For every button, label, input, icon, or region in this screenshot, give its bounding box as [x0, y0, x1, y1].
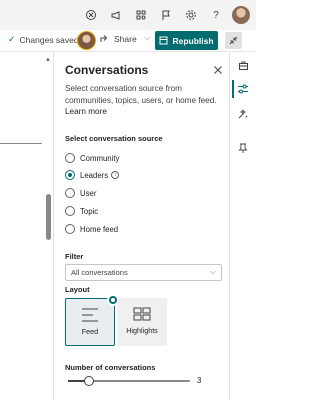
count-label: Number of conversations	[65, 363, 156, 372]
layout-option-label: Feed	[81, 327, 99, 336]
share-icon	[100, 35, 108, 42]
radio-topic[interactable]: Topic	[65, 206, 98, 216]
conversations-slider[interactable]	[68, 376, 190, 386]
right-rail	[230, 52, 256, 400]
share-button[interactable]: Share ⌵	[100, 34, 150, 44]
layout-option-label: Highlights	[126, 326, 158, 335]
rail-active-indicator	[232, 80, 234, 98]
info-icon[interactable]: i	[111, 171, 120, 179]
republish-icon	[159, 36, 168, 45]
canvas-divider	[0, 143, 42, 144]
layout-label: Layout	[65, 285, 90, 294]
suite-bar: ?	[0, 0, 256, 30]
radio-label: User	[80, 188, 97, 198]
collapse-panel-button[interactable]	[225, 32, 242, 49]
radio-label: Topic	[80, 206, 99, 216]
editor-avatar[interactable]	[77, 31, 96, 50]
radio-circle-selected[interactable]	[65, 170, 75, 180]
command-bar: ✓ Changes saved Share ⌵ Republish	[0, 30, 256, 52]
radio-label: Leaders	[80, 170, 109, 180]
highlights-layout-icon	[133, 307, 151, 321]
radio-home-feed[interactable]: Home feed	[65, 224, 118, 234]
republish-button[interactable]: Republish	[155, 31, 218, 50]
apps-icon[interactable]	[130, 4, 152, 26]
scroll-up-arrow-icon[interactable]: ▲	[45, 57, 51, 63]
radio-leaders[interactable]: Leaders i	[65, 170, 120, 180]
share-label: Share	[114, 34, 137, 44]
radio-label: Community	[80, 153, 120, 163]
user-avatar[interactable]	[232, 6, 250, 24]
filter-dropdown[interactable]: All conversations ⌵	[65, 264, 222, 281]
page-details-icon[interactable]	[235, 140, 251, 156]
chevron-down-icon: ⌵	[144, 35, 150, 42]
property-pane: Conversations Select conversation source…	[53, 52, 230, 400]
design-ideas-icon[interactable]	[235, 106, 251, 122]
slider-value: 3	[197, 376, 202, 385]
help-icon[interactable]: ?	[205, 4, 227, 26]
feed-layout-icon	[82, 308, 98, 322]
radio-circle[interactable]	[65, 153, 75, 163]
filter-value: All conversations	[71, 268, 128, 277]
source-section-label: Select conversation source	[65, 134, 163, 143]
layout-option-feed[interactable]: Feed	[65, 294, 119, 346]
radio-label: Home feed	[80, 224, 119, 234]
save-status-label: Changes saved	[19, 34, 79, 45]
save-status: ✓ Changes saved	[8, 34, 79, 45]
radio-circle[interactable]	[65, 224, 75, 234]
slider-thumb[interactable]	[83, 376, 94, 386]
scrollbar[interactable]: ▲	[44, 52, 53, 400]
toolbox-icon[interactable]	[235, 57, 251, 73]
radio-circle[interactable]	[65, 188, 75, 198]
chevron-down-icon: ⌵	[209, 267, 216, 276]
gear-icon[interactable]	[180, 4, 202, 26]
radio-user[interactable]: User	[65, 188, 96, 198]
scroll-thumb[interactable]	[46, 194, 51, 240]
pane-title: Conversations	[65, 63, 149, 77]
description-text: Select conversation source from communit…	[65, 84, 217, 105]
onenote-icon[interactable]	[80, 4, 102, 26]
flag-icon[interactable]	[155, 4, 177, 26]
layout-option-highlights[interactable]: Highlights	[117, 298, 167, 346]
radio-circle[interactable]	[65, 206, 75, 216]
radio-community[interactable]: Community	[65, 153, 119, 163]
learn-more-link[interactable]: Learn more	[65, 107, 107, 116]
republish-label: Republish	[172, 35, 214, 46]
collapse-icon	[229, 36, 238, 45]
pane-description: Select conversation source from communit…	[65, 83, 225, 118]
properties-icon[interactable]	[235, 81, 251, 97]
filter-label: Filter	[65, 252, 84, 261]
megaphone-icon[interactable]	[105, 4, 127, 26]
checkmark-icon: ✓	[8, 34, 16, 44]
close-icon[interactable]	[212, 64, 224, 76]
